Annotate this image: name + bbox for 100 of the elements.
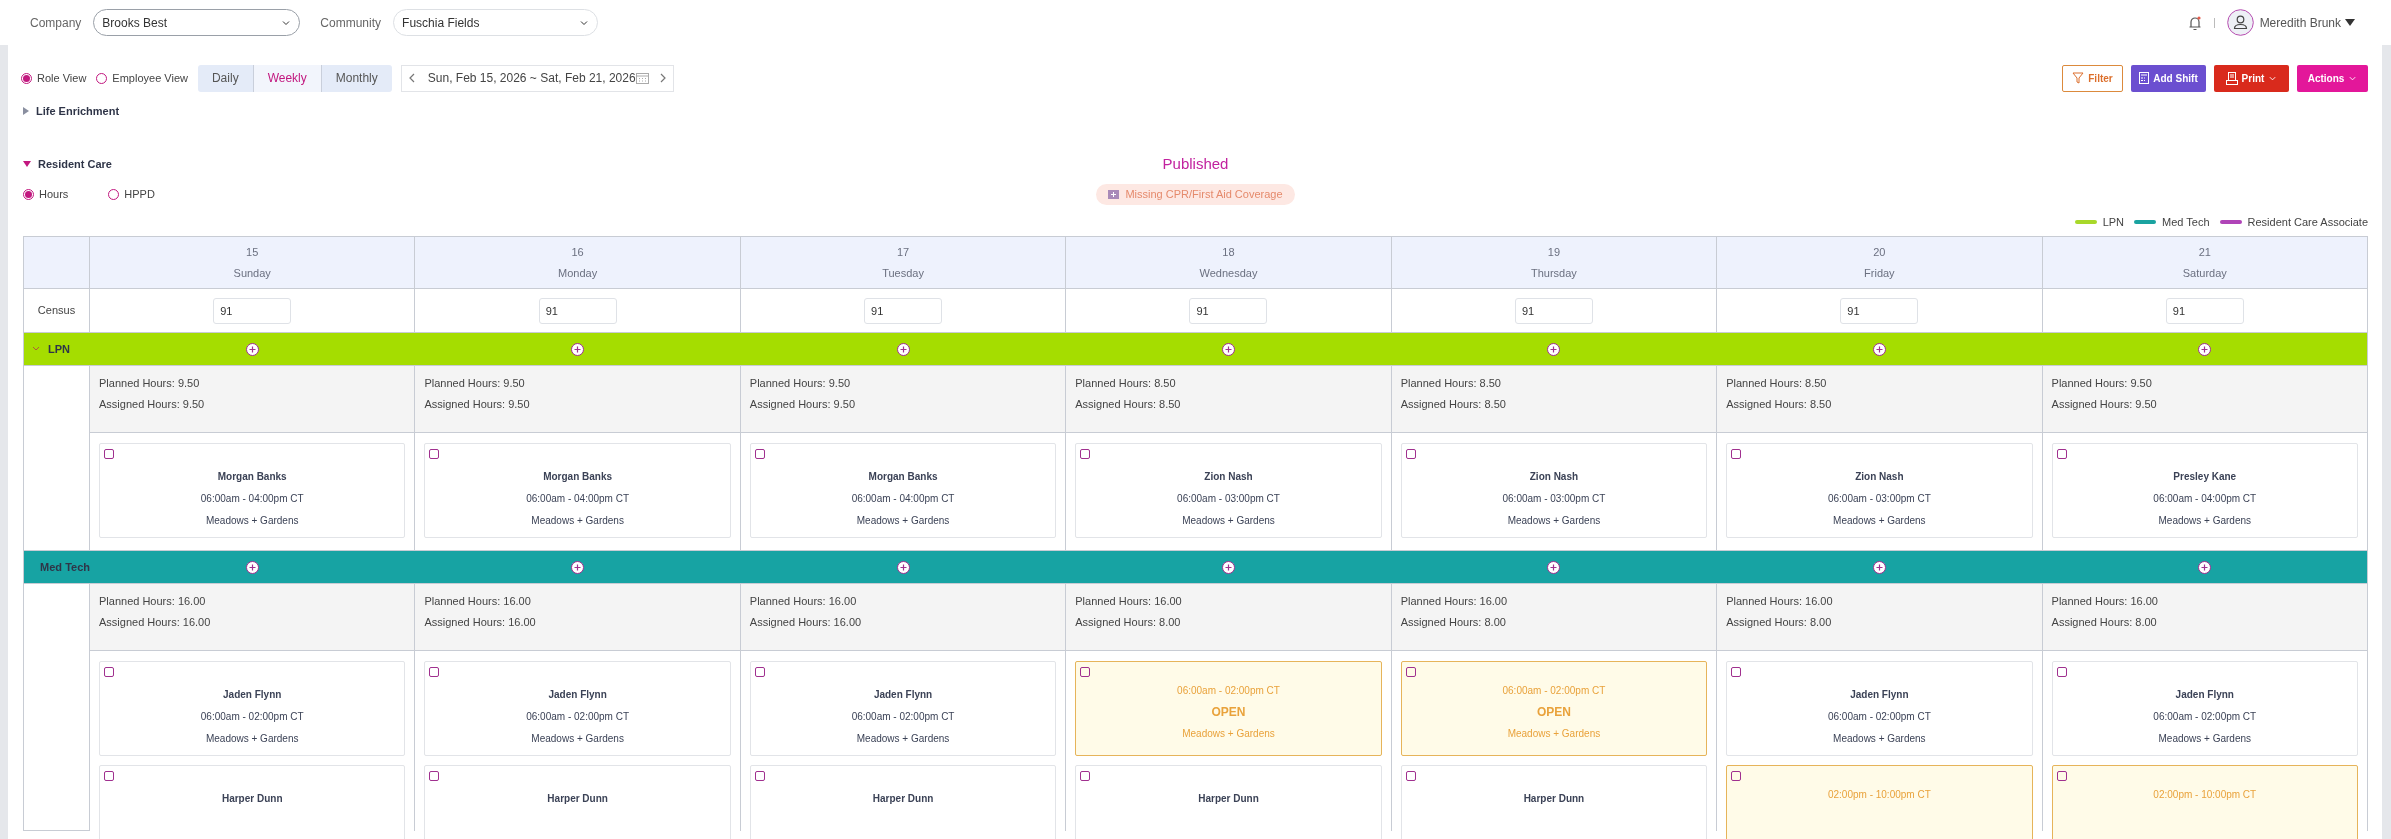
checkbox[interactable] (1405, 667, 1416, 677)
print-button[interactable]: Print (2214, 64, 2289, 92)
checkbox[interactable] (754, 449, 765, 459)
shift-status: OPEN (1536, 704, 1571, 721)
add-icon[interactable] (1222, 560, 1235, 574)
user-menu[interactable]: Meredith Brunk (2259, 13, 2355, 32)
shift-card[interactable]: Morgan Banks 06:00am - 04:00pm CT Meadows + Gardens (99, 443, 406, 538)
checkbox[interactable] (754, 771, 765, 781)
weekday-label: Friday (1864, 265, 1895, 281)
census-field[interactable]: 91 (1189, 297, 1268, 324)
checkbox[interactable] (2056, 449, 2067, 459)
section-toggle[interactable]: Life Enrichment (23, 102, 120, 120)
checkbox[interactable] (1731, 771, 1742, 781)
shift-card[interactable]: Jaden Flynn 06:00am - 02:00pm CT Meadows + Gardens (99, 661, 406, 756)
checkbox[interactable] (2056, 771, 2067, 781)
add-icon[interactable] (246, 342, 260, 356)
shift-card[interactable]: Harper Dunn (749, 765, 1057, 839)
checkbox[interactable] (104, 449, 114, 459)
checkbox[interactable] (1080, 771, 1091, 781)
employee-name: Morgan Banks (217, 470, 287, 484)
census-field[interactable]: 91 (1514, 297, 1593, 324)
scrollbar-track[interactable] (2382, 45, 2391, 839)
notification-bell-icon[interactable] (2187, 14, 2202, 31)
assigned-hours: Assigned Hours: 8.00 (1726, 614, 1833, 630)
shift-card[interactable]: Harper Dunn (424, 765, 731, 839)
add-icon[interactable] (1547, 560, 1561, 574)
employee-name: Morgan Banks (868, 470, 938, 484)
assigned-hours: Assigned Hours: 8.50 (1075, 396, 1182, 412)
day-number: 17 (896, 245, 910, 260)
shift-time: 06:00am - 03:00pm CT (1502, 492, 1606, 506)
shift-card[interactable]: Harper Dunn (1400, 765, 1708, 839)
checkbox[interactable] (1080, 449, 1091, 459)
add-shift-button[interactable]: Add Shift (2131, 64, 2206, 92)
shift-card[interactable]: Jaden Flynn 06:00am - 02:00pm CT Meadows + Gardens (2051, 661, 2358, 756)
shift-card[interactable]: Morgan Banks 06:00am - 04:00pm CT Meadows + Gardens (749, 443, 1057, 538)
checkbox[interactable] (1405, 771, 1416, 781)
period-tab[interactable]: Weekly (252, 64, 321, 92)
add-icon[interactable] (2197, 342, 2211, 356)
checkbox[interactable] (754, 667, 765, 677)
shift-card[interactable]: Jaden Flynn 06:00am - 02:00pm CT Meadows + Gardens (424, 661, 731, 756)
checkbox[interactable] (1405, 449, 1416, 459)
caret-down-icon (2345, 19, 2355, 26)
census-field[interactable]: 91 (538, 297, 617, 324)
planned-hours: Planned Hours: 8.50 (1075, 376, 1177, 391)
role-name: Med Tech (40, 559, 90, 575)
add-icon[interactable] (896, 560, 910, 574)
location-text: Meadows + Gardens (1833, 514, 1926, 528)
checkbox[interactable] (2056, 667, 2067, 677)
shift-card[interactable]: Jaden Flynn 06:00am - 02:00pm CT Meadows + Gardens (749, 661, 1057, 756)
view-radio[interactable]: Employee View (96, 69, 188, 87)
add-icon[interactable] (571, 560, 585, 574)
employee-name: Zion Nash (1529, 470, 1579, 484)
role-name: LPN (48, 341, 70, 357)
add-icon[interactable] (896, 342, 910, 356)
next-week-icon[interactable] (658, 72, 667, 84)
chevron-down-icon[interactable] (32, 346, 40, 352)
census-field[interactable]: 91 (213, 297, 292, 324)
actions-button[interactable]: Actions (2297, 64, 2368, 92)
period-tab[interactable]: Monthly (320, 64, 392, 92)
row-label: Census (37, 303, 76, 319)
shift-card[interactable]: Jaden Flynn 06:00am - 02:00pm CT Meadows + Gardens (1726, 661, 2033, 756)
add-icon[interactable] (246, 560, 260, 574)
add-icon[interactable] (1872, 342, 1886, 356)
period-tab[interactable]: Daily (197, 64, 253, 92)
shift-time: 06:00am - 04:00pm CT (526, 492, 630, 506)
checkbox[interactable] (1731, 449, 1742, 459)
census-field[interactable]: 91 (864, 297, 943, 324)
employee-name: Zion Nash (1204, 470, 1253, 484)
metric-radio[interactable]: Hours (23, 185, 69, 203)
view-radio[interactable]: Role View (21, 69, 87, 87)
census-field[interactable]: 91 (2165, 297, 2244, 324)
assigned-hours: Assigned Hours: 9.50 (749, 396, 856, 412)
census-field[interactable]: 91 (1840, 297, 1919, 324)
shift-card[interactable]: Zion Nash 06:00am - 03:00pm CT Meadows + Gardens (1726, 443, 2033, 538)
add-icon[interactable] (1547, 342, 1561, 356)
checkbox[interactable] (429, 771, 440, 781)
add-icon[interactable] (1222, 342, 1235, 356)
caret-right-icon[interactable] (23, 107, 29, 115)
shift-card[interactable]: Harper Dunn (1075, 765, 1382, 839)
planned-hours: Planned Hours: 9.50 (424, 376, 526, 391)
shift-card[interactable]: Zion Nash 06:00am - 03:00pm CT Meadows + Gardens (1075, 443, 1382, 538)
checkbox[interactable] (104, 771, 114, 781)
shift-card[interactable]: Presley Kane 06:00am - 04:00pm CT Meadows + Gardens (2051, 443, 2358, 538)
user-avatar-icon[interactable] (2226, 9, 2254, 36)
checkbox[interactable] (1080, 667, 1091, 677)
section-toggle[interactable]: Resident Care (23, 155, 112, 173)
checkbox[interactable] (1731, 667, 1742, 677)
add-icon[interactable] (1872, 560, 1886, 574)
shift-card[interactable]: Harper Dunn (99, 765, 406, 839)
add-icon[interactable] (2197, 560, 2211, 574)
caret-down-icon[interactable] (23, 161, 31, 167)
metric-radio[interactable]: HPPD (108, 185, 155, 203)
checkbox[interactable] (429, 667, 440, 677)
day-number: 16 (571, 245, 584, 260)
checkbox[interactable] (104, 667, 114, 677)
add-icon[interactable] (571, 342, 585, 356)
shift-card[interactable]: Zion Nash 06:00am - 03:00pm CT Meadows + Gardens (1400, 443, 1708, 538)
shift-card[interactable]: Morgan Banks 06:00am - 04:00pm CT Meadows + Gardens (424, 443, 731, 538)
checkbox[interactable] (429, 449, 440, 459)
previous-week-icon[interactable] (407, 72, 416, 84)
